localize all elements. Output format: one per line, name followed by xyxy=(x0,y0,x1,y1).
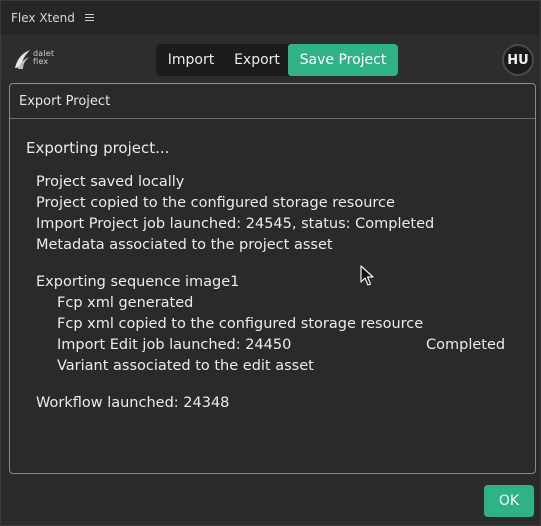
edit-job-status: Completed xyxy=(426,337,506,353)
tab-import[interactable]: Import xyxy=(156,44,226,76)
log-line-fcp-generated: Fcp xml generated xyxy=(57,295,194,311)
export-project-dialog: Export Project Exporting project... Proj… xyxy=(9,83,536,474)
mouse-pointer-icon xyxy=(360,265,374,286)
log-line-metadata: Metadata associated to the project asset xyxy=(36,237,333,253)
log-line-exporting-sequence: Exporting sequence image1 xyxy=(36,274,240,290)
logo-line-2: flex xyxy=(33,57,49,66)
dalet-flex-logo: dalet flex xyxy=(13,47,61,71)
tab-export[interactable]: Export xyxy=(226,44,288,76)
log-line-project-copied: Project copied to the configured storage… xyxy=(36,195,395,211)
dialog-title: Export Project xyxy=(19,93,111,109)
app-title: Flex Xtend xyxy=(11,11,75,25)
title-bar: Flex Xtend xyxy=(1,1,540,35)
app-window: Flex Xtend dalet flex Import Export Save… xyxy=(0,0,541,526)
dialog-header: Export Project xyxy=(10,84,535,119)
user-avatar[interactable]: HU xyxy=(502,44,534,76)
logo-text: dalet flex xyxy=(33,50,54,66)
log-heading: Exporting project... xyxy=(26,139,170,157)
log-line-variant: Variant associated to the edit asset xyxy=(57,358,314,374)
logo-mark-icon xyxy=(15,50,30,69)
tab-save-project[interactable]: Save Project xyxy=(288,44,398,76)
log-line-saved-locally: Project saved locally xyxy=(36,174,185,190)
log-line-import-edit-job: Import Edit job launched: 24450 xyxy=(57,337,292,353)
log-line-fcp-copied: Fcp xml copied to the configured storage… xyxy=(57,316,424,332)
log-line-workflow: Workflow launched: 24348 xyxy=(36,395,230,411)
log-line-import-project-job: Import Project job launched: 24545, stat… xyxy=(36,216,435,232)
main-tabs: Import Export Save Project xyxy=(156,44,398,76)
hamburger-icon[interactable] xyxy=(84,14,94,22)
ok-button[interactable]: OK xyxy=(484,485,534,517)
top-toolbar: dalet flex Import Export Save Project HU xyxy=(1,35,540,83)
